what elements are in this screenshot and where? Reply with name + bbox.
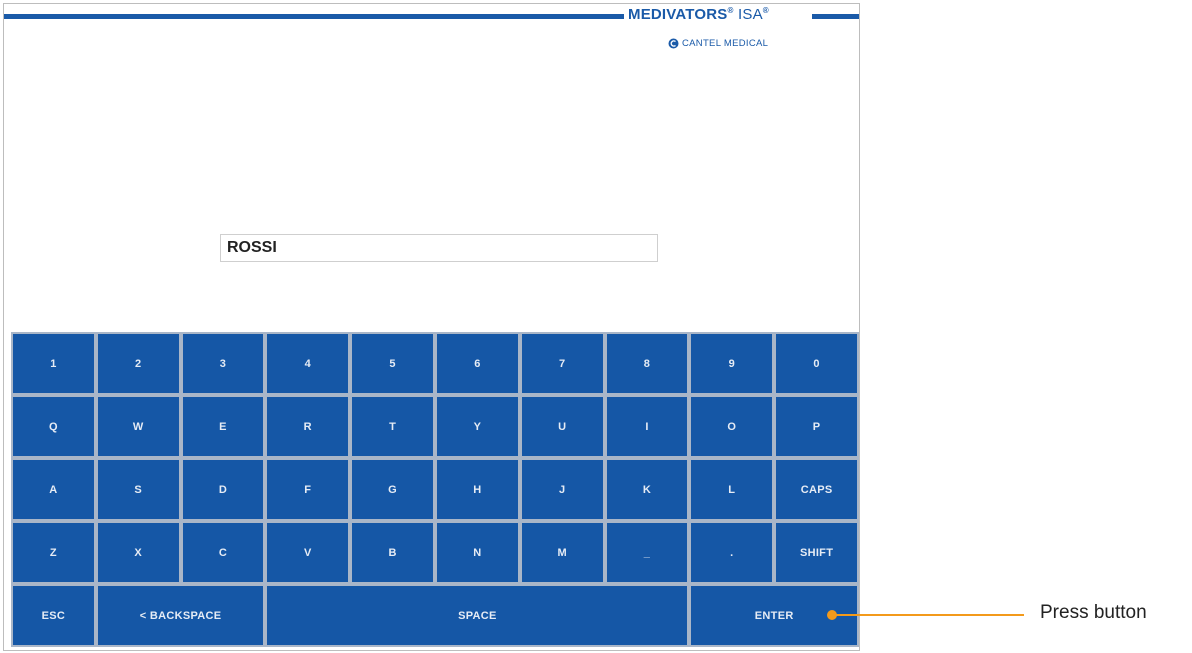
key-1[interactable]: 1: [11, 332, 96, 395]
name-input[interactable]: ROSSI: [220, 234, 658, 262]
key-caps[interactable]: CAPS: [774, 458, 859, 521]
key-underscore[interactable]: _: [604, 521, 690, 584]
key-3[interactable]: 3: [180, 332, 266, 395]
space-button[interactable]: SPACE: [265, 584, 690, 647]
key-y[interactable]: Y: [435, 395, 520, 458]
key-b[interactable]: B: [350, 521, 435, 584]
key-e[interactable]: E: [180, 395, 266, 458]
company-logo: CANTEL MEDICAL: [668, 38, 768, 49]
callout-line: [834, 614, 1024, 616]
header-bar-right: [812, 14, 859, 19]
key-z[interactable]: Z: [11, 521, 96, 584]
key-w[interactable]: W: [95, 395, 181, 458]
key-c[interactable]: C: [180, 521, 266, 584]
key-5[interactable]: 5: [350, 332, 435, 395]
key-4[interactable]: 4: [265, 332, 351, 395]
key-p[interactable]: P: [774, 395, 859, 458]
esc-button[interactable]: ESC: [11, 584, 96, 647]
cantel-logo-icon: [668, 38, 679, 49]
company-name: CANTEL MEDICAL: [682, 38, 769, 49]
key-n[interactable]: N: [435, 521, 520, 584]
callout-dot: [827, 610, 837, 620]
key-v[interactable]: V: [265, 521, 351, 584]
brand-name: MEDIVATORS: [628, 6, 728, 23]
key-t[interactable]: T: [350, 395, 435, 458]
key-f[interactable]: F: [265, 458, 351, 521]
key-h[interactable]: H: [435, 458, 520, 521]
on-screen-keyboard: 1 2 3 4 5 6 7 8 9 0 Q W E R T Y U I O P A S D F G H J K L CAPS Z X C V B N M…: [11, 332, 859, 647]
key-0[interactable]: 0: [774, 332, 859, 395]
key-u[interactable]: U: [519, 395, 605, 458]
key-i[interactable]: I: [604, 395, 690, 458]
key-o[interactable]: O: [689, 395, 775, 458]
key-l[interactable]: L: [689, 458, 775, 521]
key-2[interactable]: 2: [95, 332, 181, 395]
brand-reg-mark: ®: [727, 6, 734, 15]
key-period[interactable]: .: [689, 521, 775, 584]
key-8[interactable]: 8: [604, 332, 690, 395]
callout-label: Press button: [1040, 602, 1147, 623]
brand-product: ISA: [738, 6, 763, 23]
brand-tm-mark: ®: [762, 6, 769, 15]
key-r[interactable]: R: [265, 395, 351, 458]
touchscreen: MEDIVATORS® ISA® CANTEL MEDICAL ROSSI 12…: [3, 3, 860, 651]
key-9[interactable]: 9: [689, 332, 775, 395]
header-bar-left: [4, 14, 624, 19]
key-k[interactable]: K: [604, 458, 690, 521]
key-j[interactable]: J: [519, 458, 605, 521]
key-shift[interactable]: SHIFT: [774, 521, 859, 584]
key-d[interactable]: D: [180, 458, 266, 521]
key-m[interactable]: M: [519, 521, 605, 584]
key-s[interactable]: S: [95, 458, 181, 521]
key-g[interactable]: G: [350, 458, 435, 521]
backspace-button[interactable]: < BACKSPACE: [95, 584, 266, 647]
key-7[interactable]: 7: [519, 332, 605, 395]
key-a[interactable]: A: [11, 458, 96, 521]
key-q[interactable]: Q: [11, 395, 96, 458]
key-x[interactable]: X: [95, 521, 181, 584]
brand-logo: MEDIVATORS® ISA®: [628, 6, 769, 23]
key-6[interactable]: 6: [435, 332, 520, 395]
